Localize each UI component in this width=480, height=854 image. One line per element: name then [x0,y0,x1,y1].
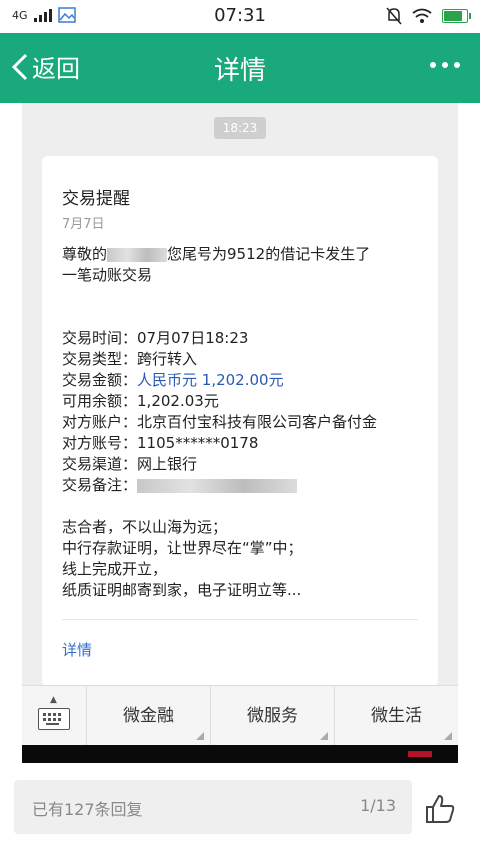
chat-area[interactable]: 18:23 交易提醒 7月7日 尊敬的 您尾号为9512的借记卡发生了 一笔动账交… [22,103,458,686]
intro-suffix: 您尾号为9512的借记卡发生了 [167,245,371,263]
reply-count: 已有127条回复 [32,800,143,819]
field-row: 交易金额： 人民币元 1,202.00元 [62,370,432,391]
amount-value: 人民币元 1,202.00元 [137,371,284,389]
intro-line-2: 一笔动账交易 [62,266,153,284]
field-value: 07月07日18:23 [137,329,249,347]
field-value: 跨行转入 [137,350,198,368]
field-label: 交易时间： [62,329,138,347]
thumbs-up-icon[interactable] [424,793,456,825]
keyboard-toggle-button[interactable]: ▲ [22,686,87,746]
field-label: 交易金额： [62,371,138,389]
card-title: 交易提醒 [62,189,130,209]
reply-bar: 已有127条回复 1/13 [0,763,480,854]
card-date: 7月7日 [62,217,105,232]
slogan-line: 纸质证明邮寄到家，电子证明立等... [62,581,302,599]
message-card[interactable]: 交易提醒 7月7日 尊敬的 您尾号为9512的借记卡发生了 一笔动账交易 交易时间… [42,156,438,686]
submenu-indicator-icon [444,732,452,740]
field-label: 可用余额： [62,392,138,410]
detail-link[interactable]: 详情 [62,639,92,660]
slogan-line: 中行存款证明，让世界尽在“掌”中； [62,539,303,557]
field-value: 1105******0178 [137,434,259,452]
keyboard-icon [38,708,70,730]
field-value: 北京百付宝科技有限公司客户备付金 [137,413,378,431]
status-bar: 4G 07:31 [0,0,480,33]
field-label: 对方账号： [62,434,138,452]
more-dot-icon [442,62,448,68]
nav-bar: 返回 详情 [0,33,480,103]
menu-label: 微生活 [371,706,422,726]
field-label: 对方账户： [62,413,138,431]
submenu-indicator-icon [196,732,204,740]
card-body: 尊敬的 您尾号为9512的借记卡发生了 一笔动账交易 交易时间： 07月07日18… [62,244,432,601]
message-time: 18:23 [214,117,266,139]
menu-item-life[interactable]: 微生活 [335,686,458,746]
field-row: 交易时间： 07月07日18:23 [62,328,432,349]
system-nav-bar [22,745,458,763]
watermark-mark [408,751,432,757]
menu-label: 微服务 [247,706,298,726]
slogan-line: 线上完成开立， [62,560,168,578]
divider [62,619,418,620]
field-label: 交易渠道： [62,455,138,473]
more-dot-icon [454,62,460,68]
redacted-name [107,247,168,262]
submenu-indicator-icon [320,732,328,740]
field-value: 网上银行 [137,455,198,473]
intro-line: 尊敬的 您尾号为9512的借记卡发生了 [62,244,432,265]
more-dot-icon [430,62,436,68]
field-row: 交易类型： 跨行转入 [62,349,432,370]
field-row: 交易渠道： 网上银行 [62,454,432,475]
intro-prefix: 尊敬的 [62,245,108,263]
bottom-menu: ▲ 微金融 微服务 微生活 [22,685,458,746]
status-right [386,7,471,25]
field-label: 交易类型： [62,350,138,368]
page-indicator: 1/13 [360,796,396,815]
mute-icon [386,7,402,25]
menu-item-finance[interactable]: 微金融 [87,686,211,746]
page-title: 详情 [213,56,266,86]
field-row: 可用余额： 1,202.03元 [62,391,432,412]
menu-item-service[interactable]: 微服务 [211,686,335,746]
reply-input[interactable]: 已有127条回复 1/13 [14,780,412,834]
field-row: 对方账户： 北京百付宝科技有限公司客户备付金 [62,412,432,433]
slogan-line: 志合者，不以山海为远； [62,518,228,536]
field-label: 交易备注： [62,476,138,494]
more-button[interactable] [430,62,460,68]
redacted-remark [137,478,298,493]
battery-icon [442,9,471,23]
field-value: 1,202.03元 [137,392,219,410]
wifi-icon [412,8,432,23]
caret-up-icon: ▲ [50,695,57,705]
field-row: 对方账号： 1105******0178 [62,433,432,454]
menu-label: 微金融 [123,706,174,726]
field-row: 交易备注： [62,475,432,496]
